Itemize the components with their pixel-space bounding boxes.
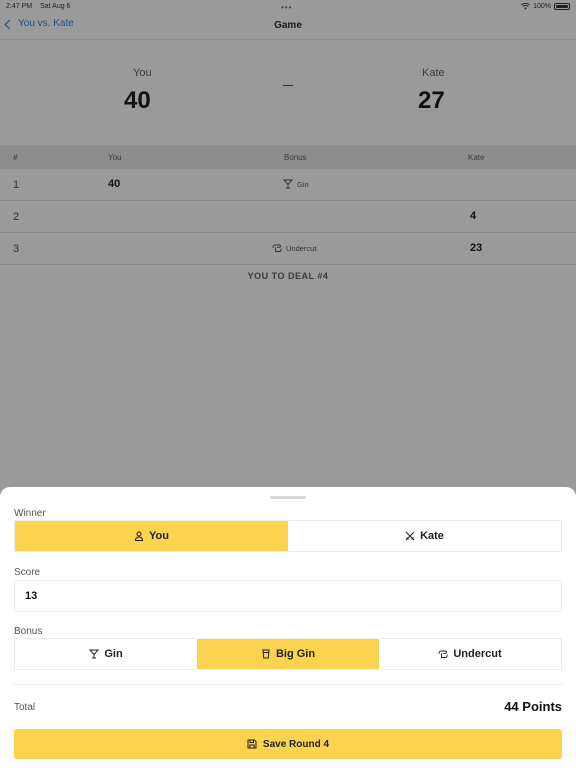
deal-note: YOU TO DEAL #4	[247, 271, 329, 281]
table-row[interactable]: 2 4	[0, 201, 576, 233]
row-bonus-label: Gin	[297, 179, 309, 189]
hand-icon	[438, 649, 448, 659]
bonus-option-undercut[interactable]: Undercut	[379, 639, 561, 669]
score-separator	[283, 85, 293, 87]
floppy-disk-icon	[247, 739, 257, 749]
battery-percent: 100%	[533, 2, 551, 10]
cocktail-icon	[283, 179, 293, 189]
bonus-option-label: Undercut	[453, 648, 502, 660]
score-label: Score	[14, 567, 41, 578]
cocktail-icon	[89, 649, 100, 659]
save-round-button[interactable]: Save Round 4	[14, 729, 562, 759]
row-num: 2	[13, 211, 20, 223]
save-round-label: Save Round 4	[262, 738, 330, 750]
chevron-left-icon	[4, 19, 15, 29]
bonus-option-gin[interactable]: Gin	[15, 639, 197, 669]
nav-bar: You vs. Kate Game	[0, 12, 576, 40]
scoreboard: You 40 Kate 27	[0, 40, 576, 144]
table-row[interactable]: 1 40 Gin	[0, 169, 576, 201]
bonus-segmented-control: Gin Big Gin Undercut	[14, 638, 562, 670]
bonus-option-label: Big Gin	[275, 648, 316, 660]
row-kate-score: 4	[470, 210, 477, 222]
row-bonus: Gin	[283, 179, 309, 189]
player-you-score: 40	[124, 87, 151, 114]
swords-icon	[405, 531, 415, 541]
total-label: Total	[14, 702, 36, 713]
back-button[interactable]: You vs. Kate	[4, 18, 74, 29]
table-row[interactable]: 3 Undercut 23	[0, 233, 576, 265]
glass-icon	[261, 649, 271, 659]
player-you-name: You	[133, 67, 152, 79]
bonus-option-big-gin[interactable]: Big Gin	[197, 639, 379, 669]
sheet-grabber[interactable]	[270, 496, 306, 499]
player-kate-name: Kate	[422, 67, 445, 79]
wifi-icon	[521, 2, 531, 10]
person-icon	[134, 531, 144, 541]
status-time: 2:47 PM	[6, 2, 33, 10]
header-you: You	[108, 153, 122, 162]
back-label: You vs. Kate	[18, 18, 74, 29]
header-kate: Kate	[468, 153, 485, 162]
battery-icon	[554, 2, 570, 10]
add-round-sheet: Winner You Kate Score 13 Bonus Gin Big G…	[0, 487, 576, 768]
row-num: 1	[13, 179, 20, 191]
status-right: 100%	[521, 2, 570, 10]
winner-label: Winner	[14, 508, 46, 519]
score-input[interactable]: 13	[14, 580, 562, 612]
winner-segmented-control: You Kate	[14, 520, 562, 552]
winner-option-label: You	[149, 530, 169, 542]
header-bonus: Bonus	[284, 153, 307, 162]
divider	[14, 684, 562, 685]
multitask-dots-icon[interactable]: •••	[281, 3, 292, 12]
row-num: 3	[13, 243, 20, 255]
row-you-score: 40	[108, 178, 121, 190]
page-title: Game	[274, 20, 302, 31]
header-num: #	[13, 153, 18, 162]
bonus-option-label: Gin	[104, 648, 123, 660]
rounds-table-header: # You Bonus Kate	[0, 145, 576, 169]
player-kate-score: 27	[418, 87, 445, 114]
hand-icon	[272, 243, 282, 253]
winner-option-kate[interactable]: Kate	[288, 521, 561, 551]
winner-option-label: Kate	[420, 530, 444, 542]
bonus-label: Bonus	[14, 626, 43, 637]
row-kate-score: 23	[470, 242, 483, 254]
row-bonus-label: Undercut	[286, 243, 317, 253]
winner-option-you[interactable]: You	[15, 521, 288, 551]
total-value: 44 Points	[504, 699, 562, 714]
row-bonus: Undercut	[272, 243, 316, 253]
status-date: Sat Aug 6	[40, 2, 71, 10]
